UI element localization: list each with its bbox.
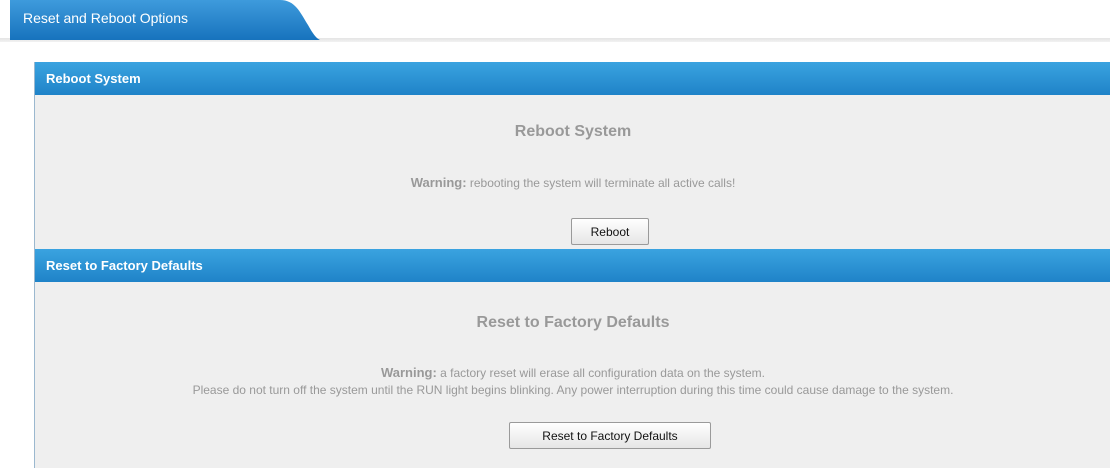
reset-warning-text: a factory reset will erase all configura… — [436, 366, 765, 380]
reboot-warning-text: rebooting the system will terminate all … — [466, 176, 736, 190]
reboot-section-title: Reboot System — [514, 123, 632, 140]
reset-warning: Warning: a factory reset will erase all … — [35, 365, 1110, 380]
reboot-section-body: Reboot System Warning: rebooting the sys… — [35, 95, 1110, 249]
reset-warning-label: Warning: — [380, 365, 437, 380]
page: Reset and Reboot Options Reboot System R… — [0, 0, 1110, 468]
reset-factory-defaults-button[interactable]: Reset to Factory Defaults — [509, 422, 711, 449]
tab-label: Reset and Reboot Options — [23, 10, 188, 26]
tab-reset-reboot-options[interactable]: Reset and Reboot Options — [10, 0, 320, 40]
reboot-warning-label: Warning: — [410, 175, 467, 190]
reset-warning-line2: Please do not turn off the system until … — [192, 383, 954, 397]
reset-section-title: Reset to Factory Defaults — [476, 314, 670, 331]
reboot-warning: Warning: rebooting the system will termi… — [35, 175, 1110, 190]
content-panel: Reboot System Reboot System Warning: reb… — [34, 62, 1110, 468]
reset-section-header: Reset to Factory Defaults — [35, 249, 1110, 282]
reboot-section-header: Reboot System — [35, 62, 1110, 95]
reset-section-body: Reset to Factory Defaults Warning: a fac… — [35, 282, 1110, 468]
tab-strip: Reset and Reboot Options — [0, 0, 1110, 42]
reboot-button[interactable]: Reboot — [571, 218, 649, 245]
